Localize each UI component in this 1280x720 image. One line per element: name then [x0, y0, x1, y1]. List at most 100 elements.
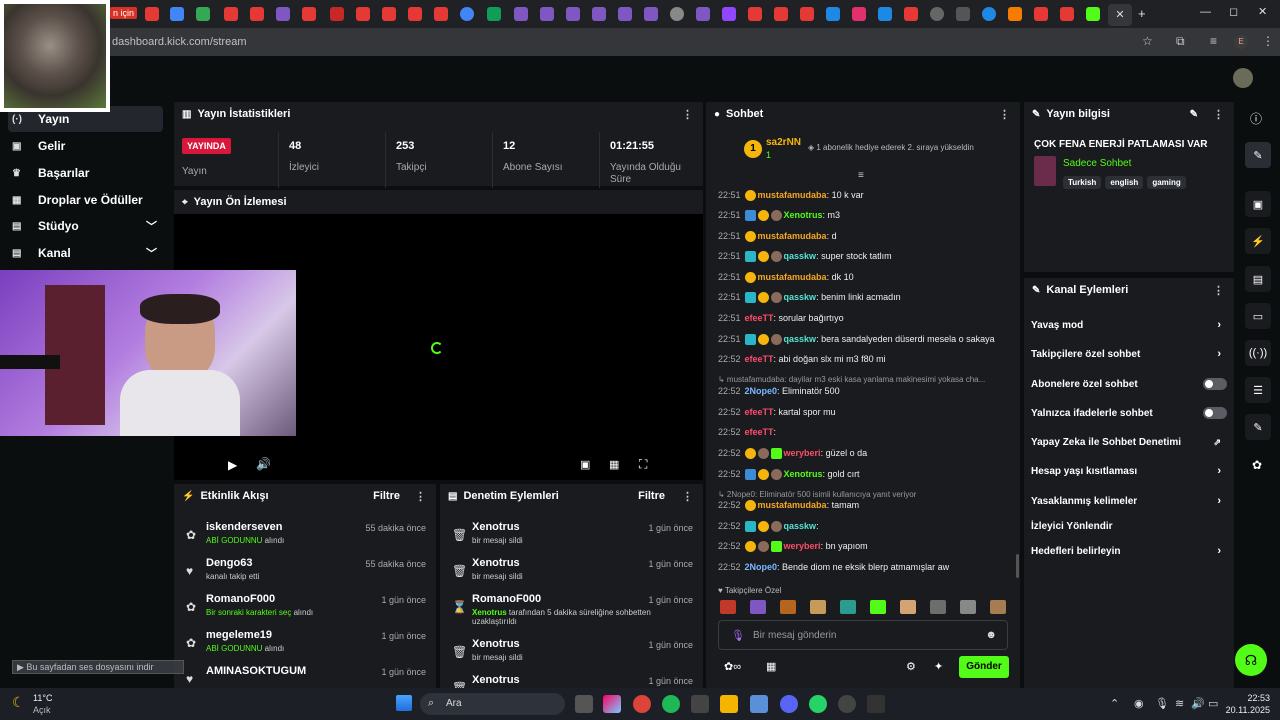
- tab-icon[interactable]: [330, 7, 344, 21]
- folder-icon[interactable]: [720, 695, 738, 713]
- chat-message[interactable]: 22:51 mustafamudaba: d: [718, 231, 837, 243]
- clock-time[interactable]: 22:53: [1232, 693, 1270, 703]
- channel-action-item[interactable]: Yavaş mod ›: [1031, 315, 1227, 335]
- chat-message[interactable]: 22:51 qasskw: super stock tatlım: [718, 251, 892, 263]
- bookmark-star-icon[interactable]: ☆: [1142, 34, 1153, 48]
- moderation-row[interactable]: ⌛ RomanoF000 Xenotrus tarafından 5 dakika …: [440, 590, 703, 634]
- message-user[interactable]: efeeTT: [745, 313, 774, 323]
- youtube-tab-icon[interactable]: [302, 7, 316, 21]
- emote-icon[interactable]: ✦: [934, 660, 943, 673]
- tab-icon[interactable]: [1008, 7, 1022, 21]
- chat-message[interactable]: 22:52 weryberi: güzel o da: [718, 448, 867, 460]
- tab-icon[interactable]: [276, 7, 290, 21]
- message-user[interactable]: mustafamudaba: [758, 500, 827, 510]
- minimize-icon[interactable]: —: [1200, 6, 1211, 18]
- activity-row[interactable]: ✿ iskenderseven ABİ GODUNNU alındı 55 dakik…: [174, 518, 436, 554]
- emote-icon[interactable]: [930, 600, 946, 614]
- more-options-icon[interactable]: ⋮: [1213, 284, 1224, 297]
- user-avatar[interactable]: [1233, 68, 1253, 88]
- twitch-tab-icon[interactable]: [722, 7, 736, 21]
- message-user[interactable]: qasskw: [784, 251, 817, 261]
- menu-dots-icon[interactable]: ⋮: [1262, 34, 1274, 48]
- camera-icon[interactable]: ▣: [1245, 191, 1271, 217]
- tab-icon[interactable]: [566, 7, 580, 21]
- chat-message[interactable]: 22:52 efeeTT: kartal spor mu: [718, 407, 836, 417]
- tray-app-icon[interactable]: ◉: [1134, 697, 1144, 710]
- message-user[interactable]: efeeTT: [745, 427, 774, 437]
- chat-message[interactable]: 22:52 weryberi: bn yapıom: [718, 541, 868, 553]
- tab-icon[interactable]: [982, 7, 996, 21]
- wifi-icon[interactable]: ≋: [1175, 697, 1184, 710]
- task-view-icon[interactable]: [575, 695, 593, 713]
- collapse-icon[interactable]: ≡: [858, 170, 864, 181]
- category-name[interactable]: Sadece Sohbet: [1063, 158, 1131, 169]
- youtube-tab-icon[interactable]: [1060, 7, 1074, 21]
- gear-icon[interactable]: ⚙: [906, 660, 916, 673]
- youtube-tab-icon[interactable]: [1034, 7, 1048, 21]
- more-options-icon[interactable]: ⋮: [682, 490, 693, 503]
- channel-action-item[interactable]: Hedefleri belirleyin ›: [1031, 541, 1227, 561]
- more-options-icon[interactable]: ⋮: [682, 108, 693, 121]
- chat-reply-context[interactable]: ↳ 2Nope0: Eliminatör 500 isimli kullanıc…: [718, 489, 916, 499]
- channel-action-item[interactable]: İzleyici Yönlendir: [1031, 516, 1227, 536]
- message-user[interactable]: 2Nope0: [745, 386, 778, 396]
- youtube-tab-icon[interactable]: [382, 7, 396, 21]
- tab-label[interactable]: n için: [110, 7, 138, 19]
- chat-message[interactable]: 22:52 mustafamudaba: tamam: [718, 500, 859, 512]
- youtube-tab-icon[interactable]: [434, 7, 448, 21]
- docs-tab-icon[interactable]: [170, 7, 184, 21]
- youtube-tab-icon[interactable]: [250, 7, 264, 21]
- app-icon[interactable]: [691, 695, 709, 713]
- tab-icon[interactable]: [696, 7, 710, 21]
- message-user[interactable]: mustafamudaba: [758, 231, 827, 241]
- youtube-tab-icon[interactable]: [774, 7, 788, 21]
- message-user[interactable]: efeeTT: [745, 407, 774, 417]
- emote-icon[interactable]: [810, 600, 826, 614]
- tab-icon[interactable]: [956, 7, 970, 21]
- tag[interactable]: english: [1105, 176, 1144, 189]
- broadcast-icon[interactable]: ((·)): [1245, 340, 1271, 366]
- pip-icon[interactable]: ▣: [580, 458, 590, 471]
- activity-row[interactable]: ✿ megeleme19 ABİ GODUNNU alındı 1 gün önce: [174, 626, 436, 662]
- chat-message[interactable]: 22:52 efeeTT:: [718, 427, 776, 437]
- channel-action-item[interactable]: Hesap yaşı kısıtlaması ›: [1031, 461, 1227, 481]
- play-icon[interactable]: ▶: [228, 458, 237, 472]
- emote-icon[interactable]: [960, 600, 976, 614]
- kick-tab-icon[interactable]: [1086, 7, 1100, 21]
- sidebar-item-gelir[interactable]: ▣ Gelir: [8, 133, 163, 159]
- download-audio-toast[interactable]: ▶ Bu sayfadan ses dosyasını indir: [12, 660, 184, 674]
- message-user[interactable]: mustafamudaba: [758, 272, 827, 282]
- sidebar-item-studyo[interactable]: ▤ Stüdyo ﹀: [8, 213, 163, 239]
- chat-input[interactable]: 🎙 Bir mesaj gönderin ☻: [718, 620, 1008, 650]
- sidebar-item-basarilar[interactable]: ♛ Başarılar: [8, 160, 163, 186]
- emote-icon[interactable]: [990, 600, 1006, 614]
- message-user[interactable]: qasskw: [784, 334, 817, 344]
- channel-action-item[interactable]: Yasaklanmış kelimeler ›: [1031, 491, 1227, 511]
- edit-icon[interactable]: ✎: [1190, 109, 1198, 120]
- media-icon[interactable]: ≡: [1210, 34, 1217, 48]
- theater-icon[interactable]: ▦: [609, 458, 619, 471]
- emote-icon[interactable]: [720, 600, 736, 614]
- taskbar-search[interactable]: ⌕ Ara: [420, 693, 565, 715]
- emote-icon[interactable]: [870, 600, 886, 614]
- tray-chevron-icon[interactable]: ⌃: [1110, 697, 1119, 710]
- url-field[interactable]: dashboard.kick.com/stream: [112, 36, 247, 48]
- chat-message[interactable]: 22:51 qasskw: bera sandalyeden düserdi me…: [718, 334, 995, 346]
- new-tab-icon[interactable]: +: [1138, 6, 1146, 21]
- windows-start-icon[interactable]: [396, 695, 412, 711]
- chat-message[interactable]: 22:51 mustafamudaba: dk 10: [718, 272, 854, 284]
- maximize-icon[interactable]: ◻: [1229, 5, 1238, 18]
- emote-icon[interactable]: [840, 600, 856, 614]
- youtube-tab-icon[interactable]: [748, 7, 762, 21]
- message-user[interactable]: weryberi: [784, 541, 821, 551]
- channel-action-item[interactable]: Yalnızca ifadelerle sohbet: [1031, 403, 1227, 423]
- wrench-icon[interactable]: ✎: [1245, 414, 1271, 440]
- instagram-tab-icon[interactable]: [852, 7, 866, 21]
- lightning-icon[interactable]: ⚡: [1245, 228, 1271, 254]
- filter-button[interactable]: Filtre: [373, 490, 400, 502]
- tag[interactable]: gaming: [1147, 176, 1186, 189]
- tab-icon[interactable]: [826, 7, 840, 21]
- pinned-user[interactable]: sa2rNN: [766, 137, 801, 148]
- copilot-icon[interactable]: [603, 695, 621, 713]
- more-options-icon[interactable]: ⋮: [415, 490, 426, 503]
